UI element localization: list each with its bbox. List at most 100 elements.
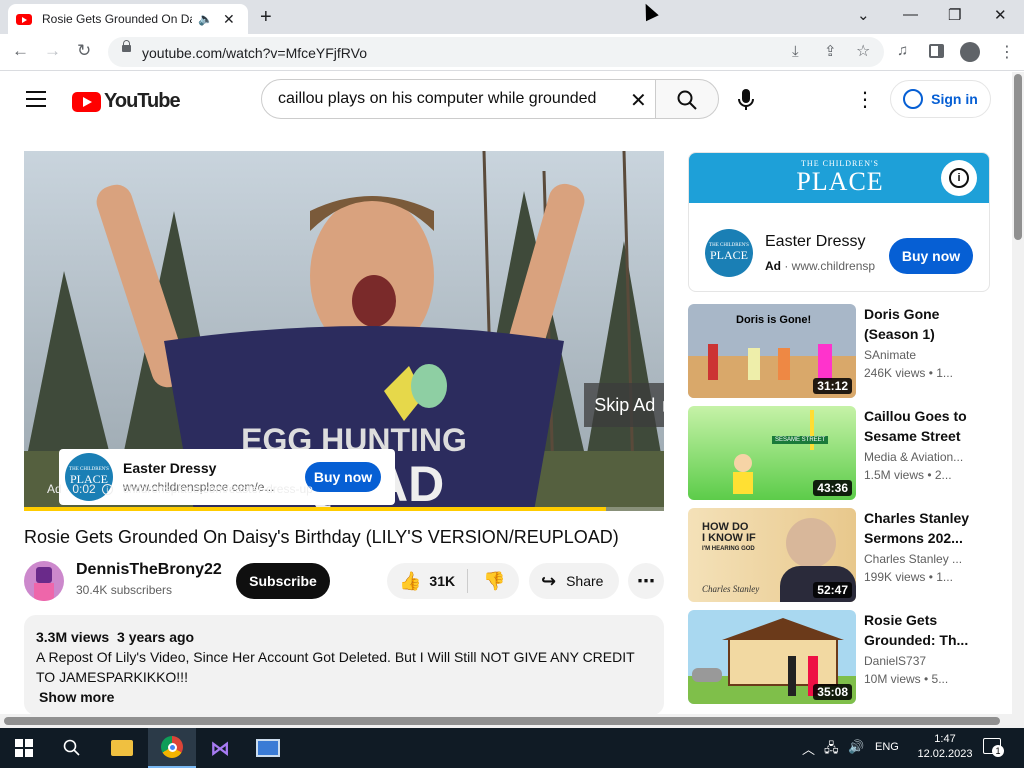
video-title: Caillou Goes to Sesame Street bbox=[864, 406, 984, 446]
visual-studio-button[interactable]: ⋈ bbox=[196, 728, 244, 768]
recommended-video[interactable]: SESAME STREET 43:36 Caillou Goes to Sesam… bbox=[688, 406, 990, 500]
sign-in-button[interactable]: Sign in bbox=[890, 80, 991, 118]
browser-tab[interactable]: Rosie Gets Grounded On Daisy's Birthday … bbox=[8, 4, 248, 34]
address-bar[interactable]: youtube.com/watch?v=MfceYFjfRVo ⤓ ⇪ ☆ bbox=[108, 37, 884, 67]
youtube-logo[interactable]: YouTube bbox=[72, 90, 181, 113]
video-thumbnail[interactable]: HOW DO I KNOW IF I'M HEARING GOD Charles… bbox=[688, 508, 856, 602]
search-icon bbox=[677, 90, 697, 110]
title-line-2: Sesame Street bbox=[864, 428, 961, 444]
back-button[interactable]: ← bbox=[12, 41, 29, 61]
dislike-icon[interactable]: 👎 bbox=[483, 571, 505, 592]
install-app-icon[interactable]: ⤓ bbox=[792, 43, 799, 60]
audio-playing-icon[interactable]: 🔈 bbox=[198, 12, 213, 26]
settings-menu-icon[interactable]: ⋮ bbox=[855, 87, 875, 112]
more-actions-icon[interactable]: ⋯ bbox=[628, 563, 664, 599]
tab-title: Rosie Gets Grounded On Daisy's Birthday bbox=[42, 12, 192, 26]
recommended-video[interactable]: 35:08 Rosie Gets Grounded: Th... DanielS7… bbox=[688, 610, 990, 704]
sidebar-ad-meta: Ad · www.childrensp bbox=[765, 259, 876, 273]
share-button[interactable]: ↪ Share bbox=[529, 563, 619, 599]
video-duration: 52:47 bbox=[813, 582, 852, 598]
video-title: Doris Gone (Season 1) bbox=[864, 304, 984, 344]
video-thumbnail[interactable]: 35:08 bbox=[688, 610, 856, 704]
reload-button[interactable]: ↻ bbox=[77, 41, 91, 61]
lock-icon[interactable] bbox=[122, 40, 131, 52]
sidebar-ad-banner[interactable]: THE CHILDREN'S PLACE i bbox=[689, 153, 989, 203]
progress-track[interactable] bbox=[24, 507, 664, 511]
horizontal-scrollbar[interactable] bbox=[0, 714, 1012, 728]
remote-desktop-button[interactable] bbox=[244, 728, 292, 768]
video-meta: 246K views • 1... bbox=[864, 366, 953, 380]
share-page-icon[interactable]: ⇪ bbox=[824, 42, 837, 60]
subscribe-button[interactable]: Subscribe bbox=[236, 563, 330, 599]
side-panel-icon[interactable] bbox=[929, 44, 944, 58]
youtube-wordmark: YouTube bbox=[104, 90, 181, 112]
sidebar-ad-title: Easter Dressy bbox=[765, 233, 866, 250]
video-player[interactable]: EGG HUNTING SQUAD THE CHILDREN'SPLACE Ea… bbox=[24, 151, 664, 511]
minimize-button[interactable]: — bbox=[903, 6, 918, 23]
share-label: Share bbox=[566, 573, 604, 589]
forward-button[interactable]: → bbox=[44, 41, 61, 61]
recommended-video[interactable]: HOW DO I KNOW IF I'M HEARING GOD Charles… bbox=[688, 508, 990, 602]
horizontal-scroll-thumb[interactable] bbox=[4, 717, 1000, 725]
video-channel[interactable]: SAnimate bbox=[864, 348, 984, 362]
show-hidden-icons-icon[interactable]: ︿ bbox=[802, 739, 815, 758]
like-count[interactable]: 31K bbox=[429, 573, 455, 589]
chrome-taskbar-button[interactable] bbox=[148, 728, 196, 768]
recommended-video[interactable]: Doris is Gone! 31:12 Doris Gone (Season 1… bbox=[688, 304, 990, 398]
search-button[interactable] bbox=[655, 79, 719, 119]
microphone-icon[interactable] bbox=[737, 88, 755, 112]
sidebar-buy-now-button[interactable]: Buy now bbox=[889, 238, 973, 274]
ad-timer: Ad · 0:02 bbox=[47, 482, 96, 496]
ad-overlay-card[interactable]: THE CHILDREN'S PLACE Easter Dressy www.ch… bbox=[59, 449, 395, 505]
video-thumbnail[interactable]: SESAME STREET 43:36 bbox=[688, 406, 856, 500]
search-input[interactable]: caillou plays on his computer while grou… bbox=[261, 79, 656, 119]
video-title: Rosie Gets Grounded: Th... bbox=[864, 610, 984, 650]
description-box[interactable]: 3.3M views 3 years ago A Repost Of Lily'… bbox=[24, 615, 664, 715]
ad-info-icon[interactable]: i bbox=[101, 483, 113, 495]
new-tab-button[interactable]: + bbox=[260, 6, 272, 29]
clock[interactable]: 1:47 12.02.2023 bbox=[915, 732, 975, 762]
search-icon bbox=[63, 739, 80, 756]
profile-avatar-icon[interactable] bbox=[960, 42, 980, 62]
upload-age: 3 years ago bbox=[117, 629, 195, 645]
video-channel[interactable]: Media & Aviation... bbox=[864, 450, 984, 464]
network-icon[interactable]: 🖧 bbox=[824, 739, 839, 761]
taskbar-search-button[interactable] bbox=[48, 728, 96, 768]
file-explorer-button[interactable] bbox=[98, 728, 146, 768]
remote-desktop-icon bbox=[256, 739, 280, 757]
skip-next-icon: ▶| bbox=[663, 397, 664, 414]
notifications-icon[interactable]: 1 bbox=[983, 738, 1004, 757]
ad-info-icon[interactable]: i bbox=[941, 160, 977, 196]
hamburger-menu-icon[interactable] bbox=[26, 91, 46, 107]
start-button[interactable] bbox=[0, 728, 48, 768]
skip-ad-button[interactable]: Skip Ad ▶| bbox=[584, 383, 664, 427]
ad-link[interactable]: childrensplace.com/easter-dress-up bbox=[123, 482, 313, 496]
sidebar-ad[interactable]: THE CHILDREN'S PLACE i THE CHILDREN'S PLA… bbox=[688, 152, 990, 292]
ad-info-bar: Ad · 0:02 i childrensplace.com/easter-dr… bbox=[47, 482, 313, 496]
video-channel[interactable]: DanielS737 bbox=[864, 654, 984, 668]
restore-button[interactable]: ❐ bbox=[948, 6, 961, 24]
clear-search-icon[interactable]: ✕ bbox=[630, 88, 647, 113]
close-window-button[interactable]: ✕ bbox=[994, 6, 1007, 24]
video-meta: 199K views • 1... bbox=[864, 570, 953, 584]
video-thumbnail[interactable]: Doris is Gone! 31:12 bbox=[688, 304, 856, 398]
youtube-favicon-icon bbox=[16, 13, 32, 25]
close-tab-icon[interactable]: ✕ bbox=[223, 11, 235, 28]
show-more-button[interactable]: Show more bbox=[39, 687, 652, 707]
vertical-scroll-thumb[interactable] bbox=[1014, 74, 1022, 240]
channel-name[interactable]: DennisTheBrony22 bbox=[76, 561, 222, 579]
volume-icon[interactable]: 🔊 bbox=[848, 739, 864, 755]
media-controls-icon[interactable]: ♫ bbox=[897, 42, 908, 59]
video-channel[interactable]: Charles Stanley ... bbox=[864, 552, 984, 566]
ad-card-buy-button[interactable]: Buy now bbox=[305, 462, 381, 492]
title-line-2: Grounded: Th... bbox=[864, 632, 969, 648]
like-icon[interactable]: 👍 bbox=[399, 571, 421, 592]
ad-progress-fill bbox=[24, 507, 607, 511]
channel-avatar[interactable] bbox=[24, 561, 64, 601]
chrome-menu-icon[interactable]: ⋮ bbox=[999, 42, 1015, 62]
tab-search-chevron-icon[interactable]: ⌄ bbox=[857, 6, 870, 24]
input-language[interactable]: ENG bbox=[875, 741, 899, 753]
vertical-scrollbar[interactable] bbox=[1012, 72, 1024, 728]
bookmark-star-icon[interactable]: ☆ bbox=[856, 41, 870, 61]
description-text: A Repost Of Lily's Video, Since Her Acco… bbox=[36, 649, 635, 685]
